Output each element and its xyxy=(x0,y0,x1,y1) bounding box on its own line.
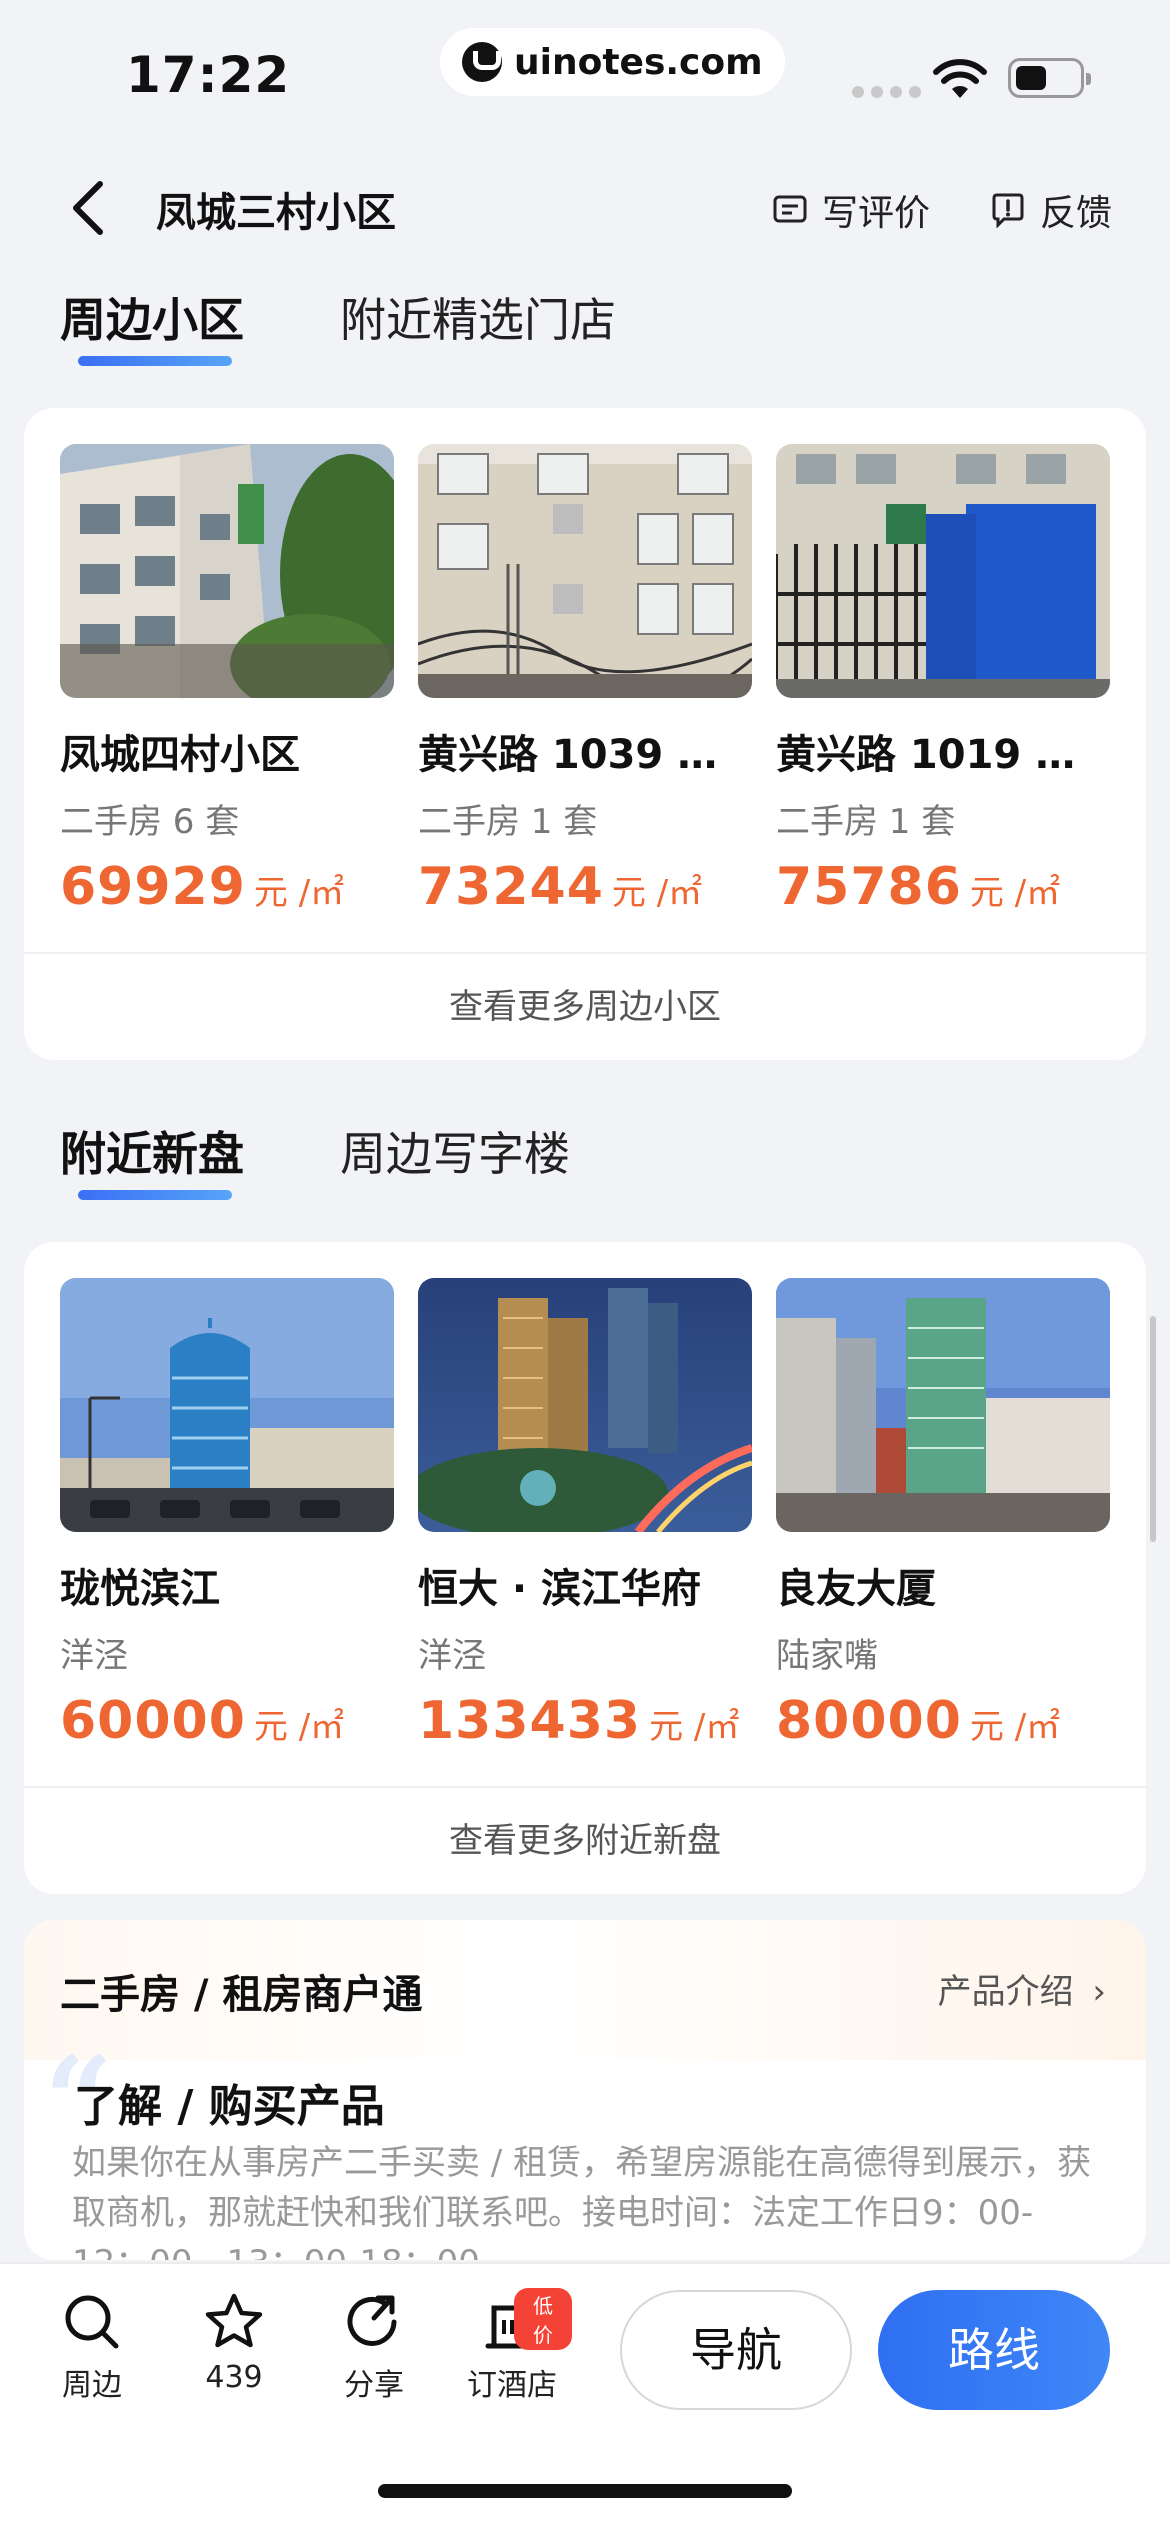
community-photo xyxy=(60,444,394,698)
review-icon xyxy=(773,195,807,223)
price-unit: 元 /㎡ xyxy=(969,1707,1061,1747)
new-home-card[interactable]: 恒大 · 滨江华府 洋泾 133433 元 /㎡ xyxy=(418,1278,752,1751)
low-price-badge: 低价 xyxy=(514,2288,572,2350)
new-home-photo xyxy=(418,1278,752,1532)
community-name: 凤城四村小区 xyxy=(60,732,300,778)
nearby-button[interactable]: 周边 xyxy=(32,2290,152,2404)
nearby-communities-card: 凤城四村小区 二手房 6 套 69929 元 /㎡ 黄兴路 1039 弄... … xyxy=(24,408,1146,1060)
price-value: 60000 xyxy=(60,1691,246,1751)
community-listings: 二手房 6 套 xyxy=(60,802,240,842)
feedback-label: 反馈 xyxy=(1040,193,1113,234)
new-home-area: 洋泾 xyxy=(60,1636,128,1676)
price-unit: 元 /㎡ xyxy=(253,873,345,913)
community-price: 69929 元 /㎡ xyxy=(60,857,394,917)
route-button[interactable]: 路线 xyxy=(878,2290,1110,2410)
price-unit: 元 /㎡ xyxy=(649,1707,740,1747)
status-bar: 17:22 uinotes.com xyxy=(0,0,1170,140)
price-value: 69929 xyxy=(60,857,246,917)
feedback-icon xyxy=(992,193,1024,228)
tab-new-homes[interactable]: 附近新盘 xyxy=(60,1118,244,1218)
new-home-area: 洋泾 xyxy=(418,1636,486,1676)
favorite-button[interactable]: 439 xyxy=(174,2290,294,2395)
new-home-photo xyxy=(60,1278,394,1532)
new-homes-tabs: 附近新盘 周边写字楼 xyxy=(60,1118,570,1218)
navigate-button[interactable]: 导航 xyxy=(620,2290,852,2410)
new-home-name: 良友大厦 xyxy=(776,1566,936,1612)
community-listings: 二手房 1 套 xyxy=(776,802,956,842)
product-intro-link[interactable]: 产品介绍 › xyxy=(938,1964,1106,2013)
home-indicator xyxy=(378,2484,792,2498)
write-review-button[interactable]: 写评价 xyxy=(772,184,930,236)
community-photo xyxy=(776,444,1110,698)
nearby-label: 周边 xyxy=(62,2368,122,2403)
site-logo-icon xyxy=(462,42,502,82)
page: 17:22 uinotes.com 凤城三村小区 写评价 反馈 周边小区 附近精… xyxy=(0,0,1170,2532)
book-hotel-button[interactable]: 订酒店 低价 xyxy=(452,2288,572,2404)
wifi-icon xyxy=(933,59,987,98)
product-intro-label: 产品介绍 xyxy=(937,1972,1074,2012)
price-value: 73244 xyxy=(418,857,604,917)
signal-icon xyxy=(852,86,921,98)
new-home-card[interactable]: 良友大厦 陆家嘴 80000 元 /㎡ xyxy=(776,1278,1110,1751)
view-more-new-homes-link[interactable]: 查看更多附近新盘 xyxy=(24,1786,1146,1894)
site-pill: uinotes.com xyxy=(440,28,785,96)
battery-icon xyxy=(1008,58,1091,98)
merchant-promo-card: 二手房 / 租房商户通 产品介绍 › “ 了解 / 购买产品 如果你在从事房产二… xyxy=(24,1920,1146,2260)
new-home-price: 133433 元 /㎡ xyxy=(418,1691,752,1751)
new-home-price: 80000 元 /㎡ xyxy=(776,1691,1110,1751)
price-value: 80000 xyxy=(776,1691,962,1751)
promo-title: 二手房 / 租房商户通 xyxy=(60,1972,423,2018)
new-home-photo xyxy=(776,1278,1110,1532)
tab-nearby-communities[interactable]: 周边小区 xyxy=(60,284,244,384)
new-home-area: 陆家嘴 xyxy=(776,1636,878,1676)
community-card[interactable]: 黄兴路 1019 弄... 二手房 1 套 75786 元 /㎡ xyxy=(776,444,1110,917)
price-unit: 元 /㎡ xyxy=(253,1707,345,1747)
chevron-right-icon: › xyxy=(1092,1972,1106,2012)
status-time: 17:22 xyxy=(126,46,291,104)
community-name: 黄兴路 1039 弄... xyxy=(418,732,752,778)
new-homes-card: 珑悦滨江 洋泾 60000 元 /㎡ 恒大 · 滨江华府 洋泾 133433 元… xyxy=(24,1242,1146,1894)
community-name: 黄兴路 1019 弄... xyxy=(776,732,1110,778)
community-photo xyxy=(418,444,752,698)
tab-office-buildings[interactable]: 周边写字楼 xyxy=(340,1118,570,1218)
community-listings: 二手房 1 套 xyxy=(418,802,598,842)
price-value: 75786 xyxy=(776,857,962,917)
tab-nearby-stores[interactable]: 附近精选门店 xyxy=(340,284,616,384)
community-card[interactable]: 凤城四村小区 二手房 6 套 69929 元 /㎡ xyxy=(60,444,394,917)
price-unit: 元 /㎡ xyxy=(611,873,703,913)
view-more-communities-link[interactable]: 查看更多周边小区 xyxy=(24,952,1146,1060)
new-home-name: 恒大 · 滨江华府 xyxy=(418,1566,702,1612)
new-home-price: 60000 元 /㎡ xyxy=(60,1691,394,1751)
nearby-tabs: 周边小区 附近精选门店 xyxy=(60,284,616,384)
header: 凤城三村小区 写评价 反馈 xyxy=(0,160,1170,250)
share-icon xyxy=(347,2295,397,2346)
price-unit: 元 /㎡ xyxy=(969,873,1061,913)
feedback-button[interactable]: 反馈 xyxy=(990,184,1112,236)
favorite-count: 439 xyxy=(205,2360,263,2395)
share-label: 分享 xyxy=(344,2368,404,2403)
search-icon xyxy=(65,2295,119,2349)
new-home-name: 珑悦滨江 xyxy=(60,1566,220,1612)
share-button[interactable]: 分享 xyxy=(314,2290,434,2404)
back-arrow-icon[interactable] xyxy=(60,178,120,238)
community-price: 75786 元 /㎡ xyxy=(776,857,1110,917)
price-value: 133433 xyxy=(418,1691,642,1751)
promo-heading: 了解 / 购买产品 xyxy=(74,2081,385,2132)
community-price: 73244 元 /㎡ xyxy=(418,857,752,917)
write-review-label: 写评价 xyxy=(822,193,931,234)
promo-description: 如果你在从事房产二手买卖 / 租赁，希望房源能在高德得到展示，获取商机，那就赶快… xyxy=(72,2143,1092,2260)
star-icon xyxy=(205,2293,263,2348)
page-title: 凤城三村小区 xyxy=(156,190,396,236)
site-name: uinotes.com xyxy=(514,41,763,83)
new-home-card[interactable]: 珑悦滨江 洋泾 60000 元 /㎡ xyxy=(60,1278,394,1751)
community-card[interactable]: 黄兴路 1039 弄... 二手房 1 套 73244 元 /㎡ xyxy=(418,444,752,917)
book-hotel-label: 订酒店 xyxy=(467,2368,557,2403)
scrollbar[interactable] xyxy=(1150,1316,1156,1542)
